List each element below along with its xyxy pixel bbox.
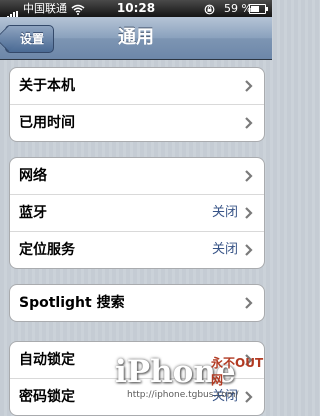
chevron-right-icon bbox=[245, 207, 253, 219]
row-spotlight[interactable]: Spotlight 搜索 bbox=[10, 285, 264, 321]
row-label: Spotlight 搜索 bbox=[19, 295, 125, 311]
settings-group-spotlight: Spotlight 搜索 bbox=[9, 284, 265, 322]
watermark-url: http://iphone.tgbus.com/ bbox=[127, 390, 239, 400]
page-title: 通用 bbox=[118, 27, 154, 48]
row-network[interactable]: 网络 bbox=[10, 158, 264, 194]
chevron-right-icon bbox=[245, 170, 253, 182]
row-location-services[interactable]: 定位服务 关闭 bbox=[10, 231, 264, 268]
row-bluetooth[interactable]: 蓝牙 关闭 bbox=[10, 194, 264, 231]
chevron-right-icon bbox=[245, 244, 253, 256]
navigation-bar: 设置 通用 bbox=[0, 17, 272, 60]
row-label: 蓝牙 bbox=[19, 205, 47, 221]
battery-percent: 59 % bbox=[224, 2, 252, 15]
settings-group-network: 网络 蓝牙 关闭 定位服务 关闭 bbox=[9, 157, 265, 269]
row-label: 自动锁定 bbox=[19, 352, 75, 368]
row-label: 关于本机 bbox=[19, 78, 75, 94]
row-label: 网络 bbox=[19, 168, 47, 184]
watermark-site-name: 永不OUT网 bbox=[211, 356, 264, 387]
chevron-right-icon bbox=[245, 117, 253, 129]
battery-fill bbox=[251, 6, 259, 12]
row-value: 关闭 bbox=[211, 205, 238, 220]
battery-icon bbox=[249, 4, 268, 14]
status-bar: 中国联通 10:28 59 % bbox=[0, 0, 272, 21]
row-label: 密码锁定 bbox=[19, 389, 75, 405]
chevron-right-icon bbox=[245, 80, 253, 92]
settings-group-about: 关于本机 已用时间 bbox=[9, 67, 265, 142]
chevron-right-icon bbox=[245, 297, 253, 309]
row-label: 定位服务 bbox=[19, 242, 75, 258]
row-label: 已用时间 bbox=[19, 115, 75, 131]
row-usage[interactable]: 已用时间 bbox=[10, 104, 264, 141]
row-about[interactable]: 关于本机 bbox=[10, 68, 264, 104]
watermark: iPhone 永不OUT网 http://iphone.tgbus.com/ bbox=[115, 352, 270, 406]
row-value: 关闭 bbox=[211, 242, 238, 257]
